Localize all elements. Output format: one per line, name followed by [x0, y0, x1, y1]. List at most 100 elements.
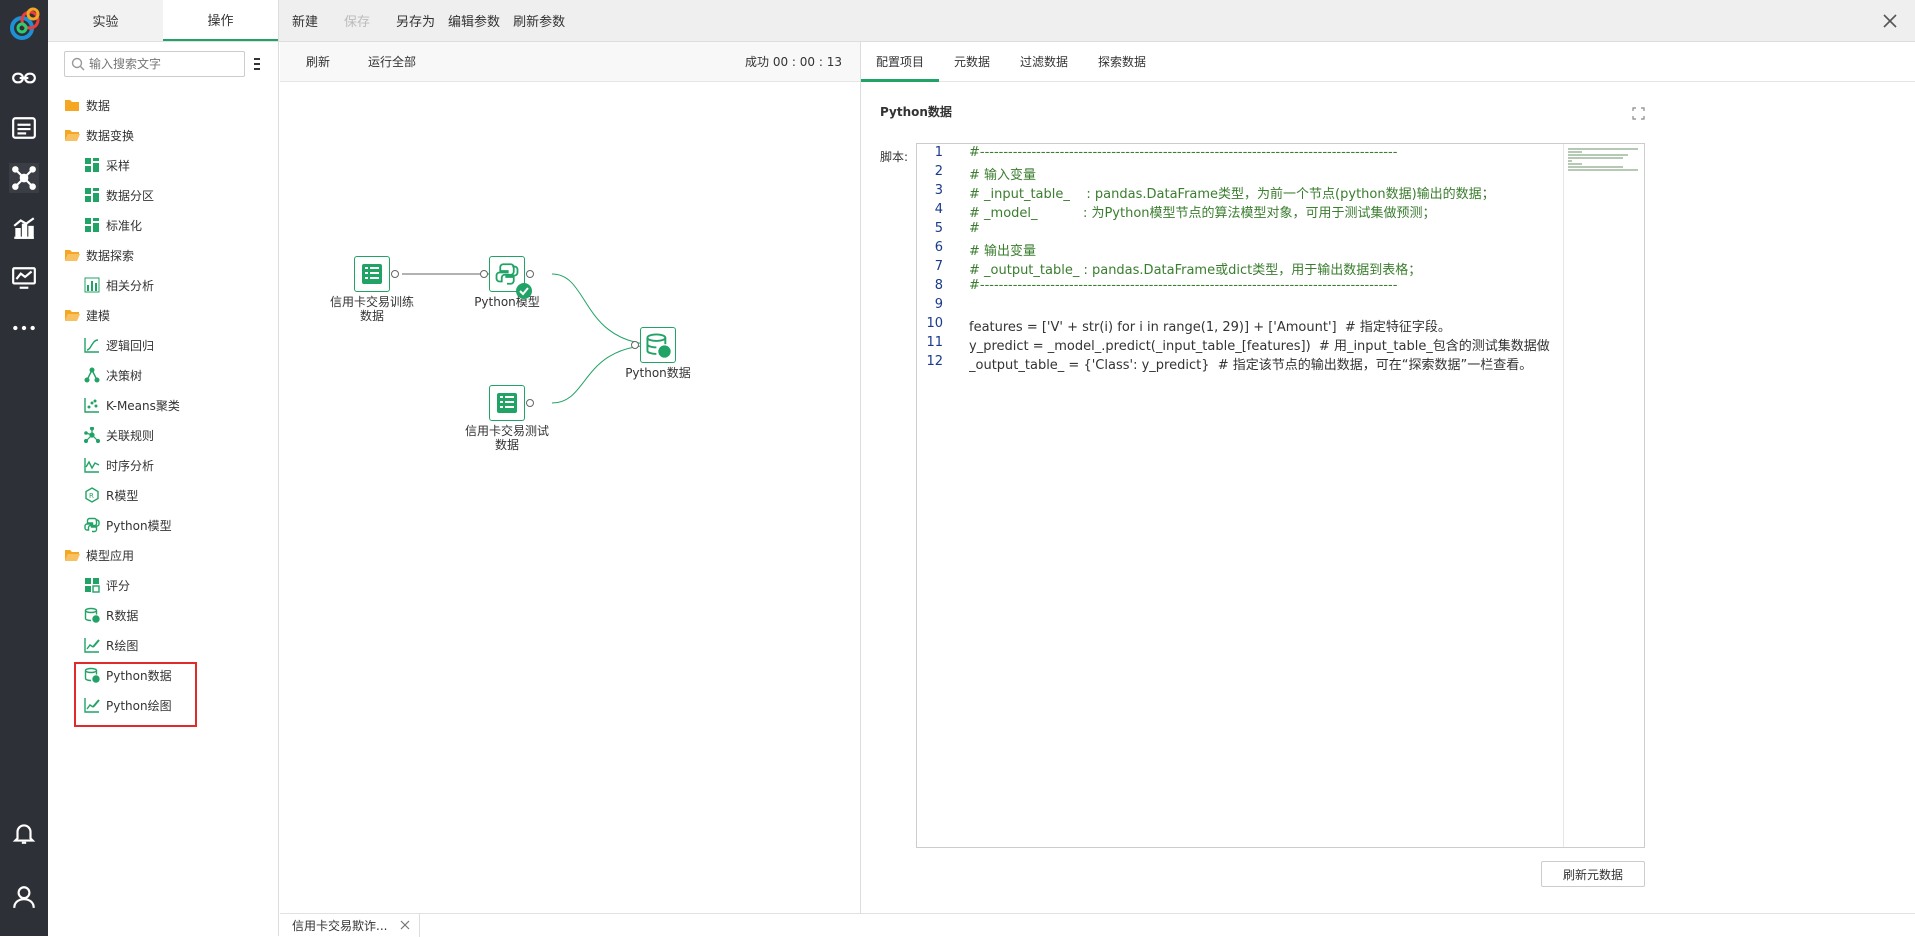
user-icon[interactable]: [9, 882, 39, 912]
tree-folder-explore[interactable]: 数据探索: [64, 242, 134, 268]
main-toolbar: 新建 保存 另存为 编辑参数 刷新参数: [279, 0, 1915, 42]
input-port[interactable]: [480, 270, 488, 278]
document-tab[interactable]: 信用卡交易欺诈...: [280, 914, 420, 937]
tree-item-score[interactable]: 评分: [84, 572, 130, 598]
node-python-data[interactable]: Python数据: [613, 327, 703, 380]
score-icon: [84, 577, 100, 593]
line-number: 10: [926, 316, 943, 331]
code-line: # _model_ : 为Python模型节点的算法模型对象，可用于测试集做预测…: [969, 206, 1436, 221]
search-icon: [71, 57, 85, 71]
python-node-icon: [480, 256, 534, 299]
tab-explore-data[interactable]: 探索数据: [1083, 41, 1161, 81]
monitor-icon[interactable]: [9, 263, 39, 293]
menu-icon[interactable]: [252, 56, 262, 72]
line-gutter: 1 2 3 4 5 6 7 8 9 10 11 12: [917, 144, 965, 847]
tree-item-timeseries[interactable]: 时序分析: [84, 452, 154, 478]
minimap-line: [1568, 148, 1638, 150]
tree-item-sampling[interactable]: 采样: [84, 152, 130, 178]
table-node-icon: [489, 385, 534, 421]
tab-experiment[interactable]: 实验: [48, 0, 163, 41]
script-label: 脚本:: [880, 150, 909, 164]
output-port[interactable]: [391, 270, 399, 278]
tree-item-association[interactable]: 关联规则: [84, 422, 154, 448]
tree-item-kmeans[interactable]: K-Means聚类: [84, 392, 180, 418]
tree-item-r-model[interactable]: R R模型: [84, 482, 138, 508]
new-button[interactable]: 新建: [292, 11, 318, 30]
code-line: # 输入变量: [969, 168, 1037, 183]
chart-edit-icon: [84, 637, 100, 653]
tree-item-partition[interactable]: 数据分区: [84, 182, 154, 208]
tree-folder-model-apply[interactable]: 模型应用: [64, 542, 134, 568]
search-box[interactable]: [64, 51, 245, 77]
output-port[interactable]: [526, 399, 534, 407]
close-icon[interactable]: [1881, 12, 1899, 30]
code-area[interactable]: #---------------------------------------…: [969, 144, 1609, 847]
minimap-line: [1568, 163, 1582, 165]
refresh-button[interactable]: 刷新: [306, 53, 330, 70]
fullscreen-icon[interactable]: [1632, 107, 1645, 120]
output-port[interactable]: [526, 270, 534, 278]
line-number: 1: [934, 145, 943, 160]
curve-icon: [84, 337, 100, 353]
panel-divider[interactable]: [860, 42, 861, 936]
code-line: y_predict = _model_.predict(_input_table…: [969, 339, 1550, 354]
node-test-data[interactable]: 信用卡交易测试数据: [462, 385, 552, 452]
tree-item-python-model[interactable]: Python模型: [84, 512, 172, 538]
workflow-icon[interactable]: [9, 163, 39, 193]
save-as-button[interactable]: 另存为: [396, 11, 435, 30]
code-line: #---------------------------------------…: [969, 145, 1398, 160]
network-icon: [84, 427, 100, 443]
bell-icon[interactable]: [9, 818, 39, 848]
document-tabs: 信用卡交易欺诈...: [280, 913, 1915, 937]
tab-metadata[interactable]: 元数据: [939, 41, 1005, 81]
tree-folder-modeling[interactable]: 建模: [64, 302, 110, 328]
link-icon[interactable]: [9, 63, 39, 93]
script-editor[interactable]: 1 2 3 4 5 6 7 8 9 10 11 12 #------------…: [916, 143, 1645, 848]
tree-item-correlation[interactable]: 相关分析: [84, 272, 154, 298]
tree-item-r-data[interactable]: R数据: [84, 602, 138, 628]
node-label: Python数据: [625, 366, 691, 380]
tab-operations[interactable]: 操作: [163, 0, 278, 41]
close-tab-icon[interactable]: [399, 919, 411, 931]
line-number: 6: [934, 240, 943, 255]
tree-item-decision-tree[interactable]: 决策树: [84, 362, 142, 388]
canvas-toolbar: 刷新 运行全部 成功 00 : 00 : 13: [280, 42, 860, 82]
line-number: 3: [934, 183, 943, 198]
node-python-model[interactable]: Python模型: [462, 256, 552, 309]
code-line: # _input_table_ : pandas.DataFrame类型，为前一…: [969, 187, 1495, 202]
list-icon[interactable]: [9, 113, 39, 143]
folder-icon: [64, 97, 80, 113]
scatter-icon: [84, 397, 100, 413]
minimap-line: [1568, 157, 1623, 159]
save-button[interactable]: 保存: [344, 11, 370, 30]
line-number: 4: [934, 202, 943, 217]
line-number: 9: [934, 297, 943, 312]
input-port[interactable]: [631, 341, 639, 349]
more-icon[interactable]: [9, 313, 39, 343]
search-input[interactable]: [89, 57, 239, 71]
line-number: 2: [934, 164, 943, 179]
code-minimap[interactable]: [1563, 144, 1644, 847]
workflow-canvas[interactable]: 信用卡交易训练数据 Python模型 信用卡交易测试数据 Python数据: [280, 83, 860, 913]
panel-title: Python数据: [880, 105, 952, 119]
node-train-data[interactable]: 信用卡交易训练数据: [327, 256, 417, 323]
minimap-line: [1568, 169, 1638, 171]
app-logo: [10, 7, 40, 40]
refresh-params-button[interactable]: 刷新参数: [513, 11, 565, 30]
line-number: 7: [934, 259, 943, 274]
tab-config[interactable]: 配置项目: [861, 41, 940, 82]
tree-item-logistic[interactable]: 逻辑回归: [84, 332, 154, 358]
database-icon: [84, 607, 100, 623]
tree-icon: [84, 367, 100, 383]
tab-filter-data[interactable]: 过滤数据: [1005, 41, 1083, 81]
grid-icon: [84, 187, 100, 203]
edit-params-button[interactable]: 编辑参数: [448, 11, 500, 30]
tree-item-normalize[interactable]: 标准化: [84, 212, 142, 238]
analytics-icon[interactable]: [9, 213, 39, 243]
tree-folder-data[interactable]: 数据: [64, 92, 110, 118]
refresh-metadata-button[interactable]: 刷新元数据: [1541, 861, 1645, 887]
svg-text:R: R: [89, 492, 94, 500]
tree-folder-transform[interactable]: 数据变换: [64, 122, 134, 148]
tree-item-r-plot[interactable]: R绘图: [84, 632, 138, 658]
run-all-button[interactable]: 运行全部: [368, 53, 416, 70]
